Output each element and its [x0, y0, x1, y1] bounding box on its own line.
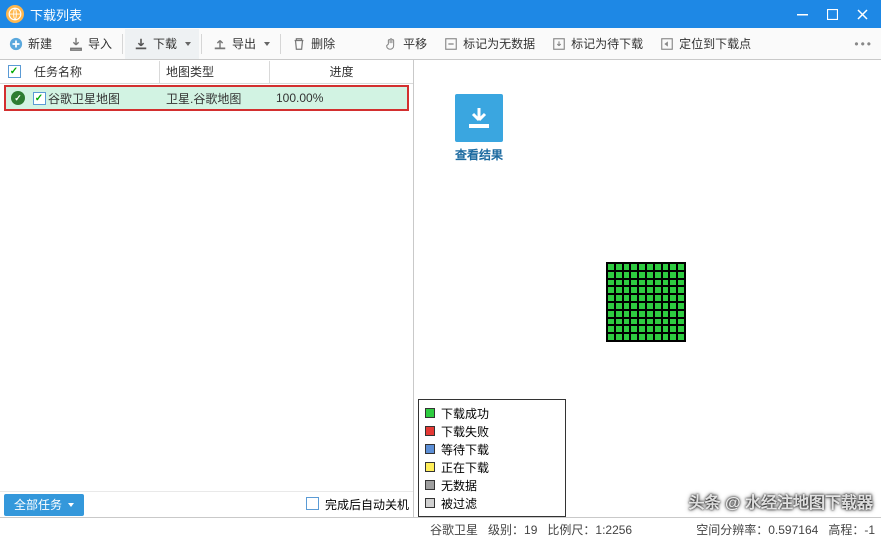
pan-button[interactable]: 平移 — [375, 29, 435, 59]
column-name[interactable]: 任务名称 — [28, 61, 160, 83]
toolbar-separator — [201, 34, 202, 54]
export-icon — [212, 36, 228, 52]
task-row-selected[interactable]: 谷歌卫星地图 卫星.谷歌地图 100.00% — [4, 85, 409, 111]
close-button[interactable] — [847, 3, 877, 25]
status-map: 谷歌卫星 — [430, 521, 478, 538]
legend: 下载成功 下载失败 等待下载 正在下载 无数据 被过滤 — [418, 399, 566, 517]
mark-todownload-label: 标记为待下载 — [571, 35, 643, 52]
task-list-panel: 任务名称 地图类型 进度 谷歌卫星地图 卫星.谷歌地图 100.00% 全部任务… — [0, 60, 414, 517]
task-progress: 100.00% — [276, 91, 407, 105]
mark-download-icon — [551, 36, 567, 52]
download-arrow-icon — [455, 94, 503, 142]
app-logo-icon — [6, 5, 24, 23]
status-complete-icon — [6, 91, 30, 105]
maximize-button[interactable] — [817, 3, 847, 25]
legend-label: 无数据 — [441, 477, 477, 494]
locate-button[interactable]: 定位到下载点 — [651, 29, 759, 59]
select-all-checkbox[interactable] — [0, 65, 28, 78]
export-label: 导出 — [232, 35, 256, 52]
view-result-button[interactable]: 查看结果 — [446, 94, 512, 163]
delete-button[interactable]: 删除 — [283, 29, 343, 59]
auto-shutdown-label: 完成后自动关机 — [325, 496, 409, 513]
status-scale: 比例尺：1:2256 — [547, 521, 632, 538]
chevron-down-icon — [264, 42, 270, 46]
chevron-down-icon — [185, 42, 191, 46]
download-label: 下载 — [153, 35, 177, 52]
legend-label: 下载失败 — [441, 423, 489, 440]
view-result-label: 查看结果 — [446, 146, 512, 163]
download-button[interactable]: 下载 — [125, 29, 199, 59]
all-tasks-label: 全部任务 — [14, 496, 62, 513]
titlebar: 下载列表 — [0, 0, 881, 28]
import-icon — [68, 36, 84, 52]
mark-nodata-label: 标记为无数据 — [463, 35, 535, 52]
delete-label: 删除 — [311, 35, 335, 52]
all-tasks-button[interactable]: 全部任务 — [4, 494, 84, 516]
trash-icon — [291, 36, 307, 52]
legend-swatch-filtered — [425, 498, 435, 508]
new-label: 新建 — [28, 35, 52, 52]
tile-grid — [606, 262, 686, 342]
watermark: 头条 @ 水经注地图下载器 — [689, 489, 874, 513]
legend-swatch-waiting — [425, 444, 435, 454]
window-title: 下载列表 — [30, 5, 787, 24]
export-button[interactable]: 导出 — [204, 29, 278, 59]
column-header-row: 任务名称 地图类型 进度 — [0, 60, 413, 84]
column-type[interactable]: 地图类型 — [160, 61, 270, 83]
legend-label: 等待下载 — [441, 441, 489, 458]
column-progress[interactable]: 进度 — [270, 61, 413, 83]
download-icon — [133, 36, 149, 52]
toolbar: 新建 导入 下载 导出 删除 平移 标记为无数据 标记为待下载 定位到下载点 •… — [0, 28, 881, 60]
new-button[interactable]: 新建 — [0, 29, 60, 59]
legend-label: 正在下载 — [441, 459, 489, 476]
status-level: 级别：19 — [488, 521, 537, 538]
minimize-button[interactable] — [787, 3, 817, 25]
auto-shutdown-checkbox[interactable] — [306, 497, 319, 513]
mark-todownload-button[interactable]: 标记为待下载 — [543, 29, 651, 59]
map-preview-panel: 查看结果 下载成功 下载失败 等待下载 正在下载 无数据 被过滤 头条 @ 水经… — [414, 60, 881, 517]
legend-label: 被过滤 — [441, 495, 477, 512]
status-resolution: 空间分辨率：0.597164 — [696, 521, 818, 538]
mark-nodata-button[interactable]: 标记为无数据 — [435, 29, 543, 59]
import-button[interactable]: 导入 — [60, 29, 120, 59]
legend-swatch-nodata — [425, 480, 435, 490]
more-button[interactable]: ••• — [846, 29, 881, 59]
mark-nodata-icon — [443, 36, 459, 52]
status-elevation: 高程：-1 — [828, 521, 875, 538]
legend-label: 下载成功 — [441, 405, 489, 422]
locate-label: 定位到下载点 — [679, 35, 751, 52]
hand-icon — [383, 36, 399, 52]
task-checkbox[interactable] — [30, 92, 48, 105]
locate-icon — [659, 36, 675, 52]
task-name: 谷歌卫星地图 — [48, 90, 166, 107]
legend-swatch-fail — [425, 426, 435, 436]
task-type: 卫星.谷歌地图 — [166, 90, 276, 107]
toolbar-separator — [280, 34, 281, 54]
import-label: 导入 — [88, 35, 112, 52]
pan-label: 平移 — [403, 35, 427, 52]
left-footer: 全部任务 完成后自动关机 — [0, 491, 413, 517]
legend-swatch-downloading — [425, 462, 435, 472]
plus-circle-icon — [8, 36, 24, 52]
statusbar: 谷歌卫星 级别：19 比例尺：1:2256 空间分辨率：0.597164 高程：… — [0, 517, 881, 541]
toolbar-separator — [122, 34, 123, 54]
legend-swatch-success — [425, 408, 435, 418]
chevron-down-icon — [68, 503, 74, 507]
